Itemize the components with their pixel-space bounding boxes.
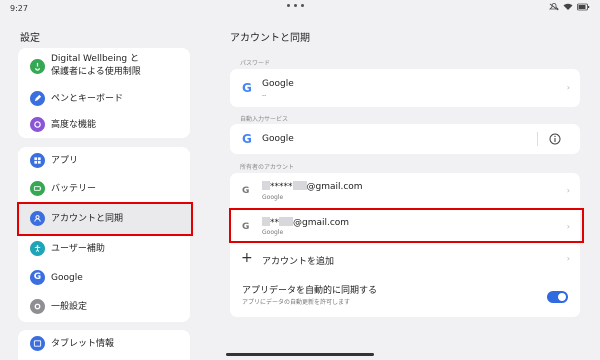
status-time: 9:27 (10, 4, 28, 13)
sidebar-item-advanced[interactable]: 高度な機能 (18, 112, 190, 138)
sidebar-item-label-line2: 保護者による使用制限 (51, 67, 141, 77)
battery-status-icon (577, 3, 590, 11)
sidebar-item-general[interactable]: 一般設定 (18, 293, 190, 322)
sidebar-item-label: ペンとキーボード (51, 94, 124, 104)
sidebar-item-label: ユーザー補助 (51, 244, 105, 254)
account-email-mask: ***** (270, 182, 293, 192)
auto-sync-toggle[interactable] (547, 291, 568, 303)
settings-icon (30, 299, 45, 314)
sidebar-item-digital-wellbeing[interactable]: Digital Wellbeing と 保護者による使用制限 (18, 48, 190, 86)
sidebar-item-label: アカウントと同期 (51, 214, 124, 224)
auto-sync-row[interactable]: アプリデータを自動的に同期する アプリにデータの自動更新を許可します (230, 274, 580, 317)
google-logo-icon: G (242, 81, 252, 95)
wifi-icon (563, 3, 573, 10)
sidebar-item-label: 高度な機能 (51, 120, 97, 130)
add-account-row[interactable]: + アカウントを追加 › (230, 244, 580, 274)
hourglass-icon (30, 59, 45, 74)
autofill-service-row[interactable]: G Google (230, 124, 580, 154)
sidebar-item-label: タブレット情報 (51, 339, 115, 349)
sidebar-item-battery[interactable]: バッテリー (18, 175, 190, 203)
settings-title: 設定 (20, 33, 40, 44)
account-icon (30, 211, 45, 226)
sidebar-item-label: バッテリー (51, 184, 97, 194)
chevron-right-icon: › (566, 254, 570, 263)
sidebar-item-label: 一般設定 (51, 302, 88, 312)
password-manager-row[interactable]: G Google -- › (230, 69, 580, 107)
sidebar-item-label: アプリ (51, 156, 79, 166)
tablet-icon (30, 336, 45, 351)
page-title: アカウントと同期 (230, 33, 310, 44)
autofill-service-title: Google (262, 134, 294, 144)
password-manager-sub: -- (262, 92, 267, 99)
sidebar-item-tablet-info[interactable]: タブレット情報 (18, 330, 190, 360)
google-logo-icon: G (242, 186, 250, 196)
sidebar-item-label: Digital Wellbeing と (51, 54, 139, 64)
accounts-card: G ***** @gmail.com Google › G ** @gmail.co… (230, 173, 580, 317)
info-icon[interactable] (549, 133, 561, 145)
password-manager-title: Google (262, 79, 294, 89)
status-bar: 9:27 (0, 0, 600, 18)
sidebar-item-label: Google (51, 273, 83, 283)
pen-icon (30, 91, 45, 106)
mute-icon (549, 3, 559, 11)
auto-sync-title: アプリデータを自動的に同期する (242, 286, 378, 296)
home-indicator[interactable] (226, 353, 374, 356)
multitask-dots-icon[interactable] (287, 4, 313, 10)
auto-sync-sub: アプリにデータの自動更新を許可します (242, 299, 351, 306)
battery-icon (30, 181, 45, 196)
highlight-box (229, 208, 584, 243)
sidebar-item-accessibility[interactable]: ユーザー補助 (18, 235, 190, 264)
settings-card-1: Digital Wellbeing と 保護者による使用制限 ペンとキーボード … (18, 48, 190, 138)
chevron-right-icon: › (566, 186, 570, 195)
account-type: Google (262, 194, 284, 201)
divider (537, 132, 538, 146)
autofill-group-label: 自動入力サービス (240, 116, 289, 123)
accessibility-icon (30, 241, 45, 256)
sidebar-item-pen-keyboard[interactable]: ペンとキーボード (18, 86, 190, 112)
gear-spark-icon (30, 117, 45, 132)
redacted-mask (292, 181, 307, 190)
apps-icon (30, 153, 45, 168)
owner-accounts-group-label: 所有者のアカウント (240, 164, 295, 171)
account-email-domain: @gmail.com (306, 182, 363, 192)
settings-card-3: タブレット情報 (18, 330, 190, 360)
sidebar-item-accounts-sync[interactable]: アカウントと同期 (17, 202, 193, 236)
add-account-label: アカウントを追加 (262, 257, 335, 267)
chevron-right-icon: › (566, 83, 570, 92)
sidebar-item-apps[interactable]: アプリ (18, 147, 190, 175)
redacted-mask (262, 181, 270, 190)
google-logo-icon: G (242, 132, 252, 146)
password-group-label: パスワード (240, 60, 271, 67)
account-row[interactable]: G ***** @gmail.com Google › (230, 173, 580, 209)
sidebar-item-google[interactable]: G Google (18, 264, 190, 293)
google-icon: G (30, 270, 45, 285)
status-icons (549, 3, 590, 11)
plus-icon: + (241, 250, 253, 266)
